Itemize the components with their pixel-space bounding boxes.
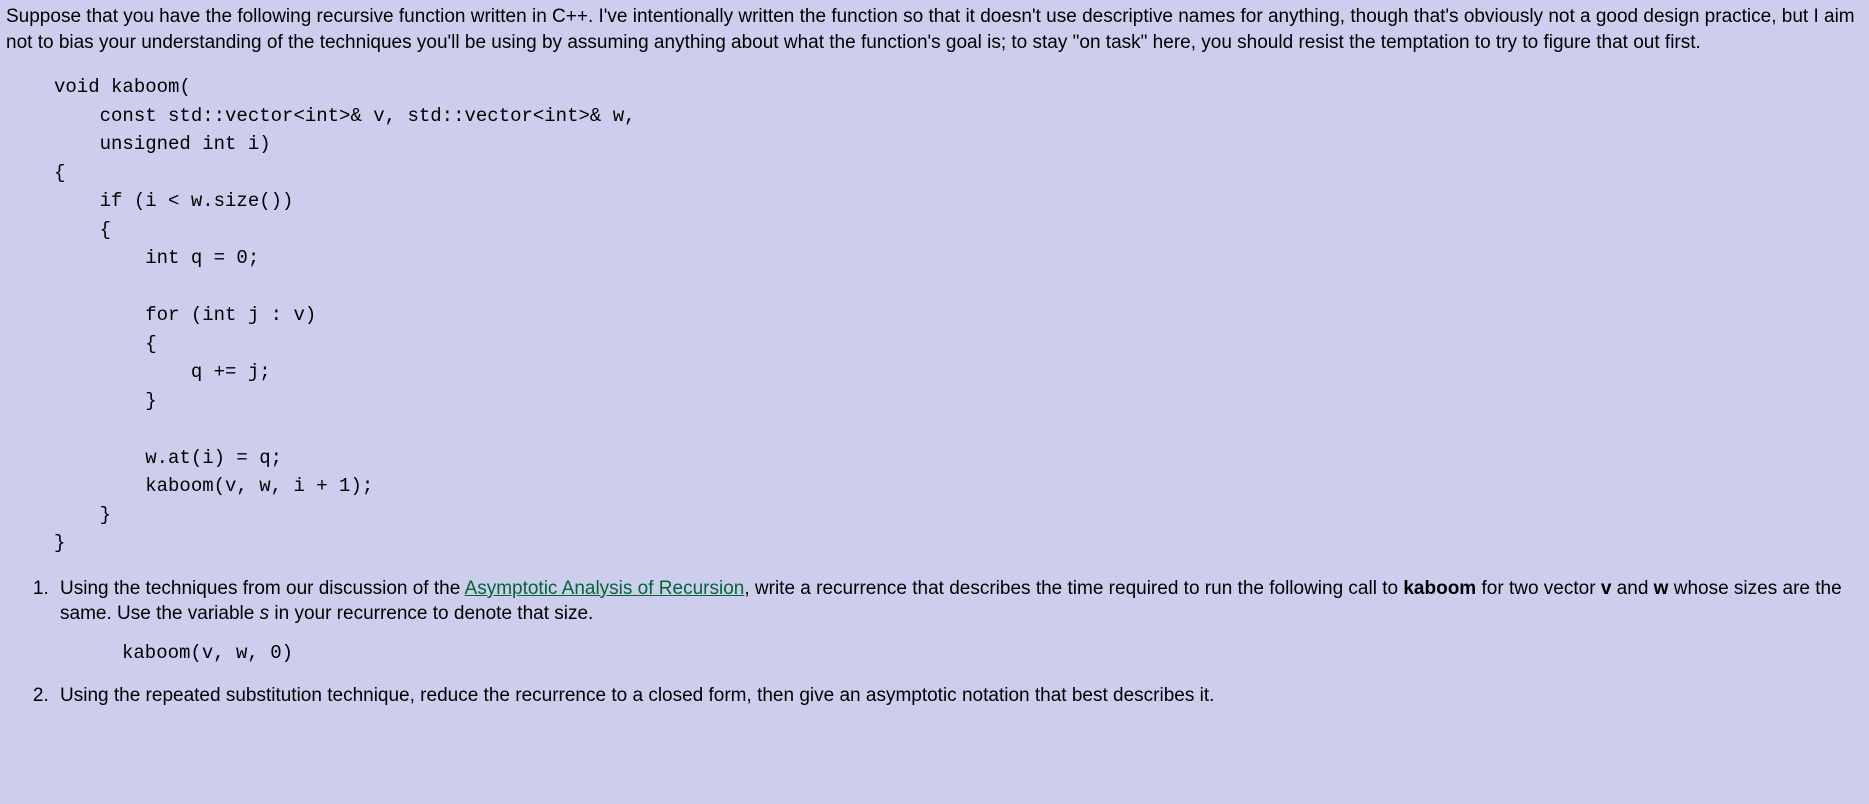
q1-tail: in your recurrence to denote that size. bbox=[269, 603, 593, 624]
q1-mid: and bbox=[1611, 578, 1653, 599]
code-block: void kaboom( const std::vector<int>& v, … bbox=[54, 73, 1863, 558]
question-list: Using the techniques from our discussion… bbox=[54, 576, 1863, 709]
q1-after-kaboom: for two vector bbox=[1476, 578, 1601, 599]
q1-text-pre: Using the techniques from our discussion… bbox=[60, 578, 465, 599]
question-1: Using the techniques from our discussion… bbox=[54, 576, 1863, 667]
intro-paragraph: Suppose that you have the following recu… bbox=[6, 4, 1863, 55]
q1-text-postlink: , write a recurrence that describes the … bbox=[744, 578, 1403, 599]
q1-w: w bbox=[1654, 578, 1669, 599]
q1-kaboom: kaboom bbox=[1403, 578, 1476, 599]
q1-s: s bbox=[260, 603, 270, 624]
asymptotic-analysis-link[interactable]: Asymptotic Analysis of Recursion bbox=[465, 578, 745, 599]
q1-call-code: kaboom(v, w, 0) bbox=[122, 641, 1863, 667]
question-2: Using the repeated substitution techniqu… bbox=[54, 683, 1863, 709]
q1-v: v bbox=[1601, 578, 1612, 599]
